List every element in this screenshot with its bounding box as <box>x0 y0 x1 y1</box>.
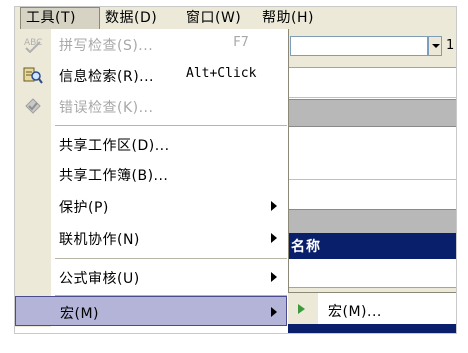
menu-item-label: 错误检查(K)... <box>59 100 154 116</box>
menu-data[interactable]: 数据(D) <box>105 7 157 29</box>
menu-item-research[interactable]: 信息检索(R)... Alt+Click <box>15 60 287 90</box>
menu-item-online-collaboration[interactable]: 联机协作(N) <box>15 223 287 253</box>
gray-band <box>288 99 456 127</box>
menu-item-macro[interactable]: 宏(M) <box>15 296 287 326</box>
submenu-arrow-icon <box>271 201 277 211</box>
menu-window[interactable]: 窗口(W) <box>186 7 241 29</box>
menu-item-label: 拼写检查(S)... <box>59 38 154 54</box>
header-text: 名称 <box>291 239 321 255</box>
macro-submenu: 宏(M)... <box>288 292 456 325</box>
font-combo[interactable] <box>290 36 428 56</box>
chevron-down-icon[interactable] <box>428 36 442 56</box>
menubar: 工具(T) 数据(D) 窗口(W) 帮助(H) <box>15 7 456 30</box>
divider <box>288 97 456 98</box>
menu-item-protection[interactable]: 保护(P) <box>15 191 287 221</box>
menu-tools[interactable]: 工具(T) <box>20 7 100 29</box>
formatting-toolbar: 1 <box>288 29 456 68</box>
submenu-arrow-icon <box>271 272 277 282</box>
menu-separator <box>55 258 287 259</box>
menu-item-share-workbook[interactable]: 共享工作簿(B)... <box>15 159 287 189</box>
menu-item-error-check[interactable]: 错误检查(K)... <box>15 91 287 121</box>
gray-band <box>288 209 456 234</box>
submenu-arrow-icon <box>271 233 277 243</box>
menu-help[interactable]: 帮助(H) <box>262 7 314 29</box>
run-macro-icon <box>298 304 305 314</box>
menu-item-formula-auditing[interactable]: 公式审核(U) <box>15 262 287 292</box>
menu-item-label: 联机协作(N) <box>59 232 140 248</box>
menu-item-label: 宏(M) <box>60 306 100 322</box>
menu-item-label: 信息检索(R)... <box>59 69 155 85</box>
excel-window: 工具(T) 数据(D) 窗口(W) 帮助(H) 1 名称 ABC 拼写检查(S)… <box>14 6 457 334</box>
menu-item-shared-workspace[interactable]: 共享工作区(D)... <box>15 129 287 159</box>
spreadsheet-background: 1 名称 <box>288 29 456 333</box>
research-icon <box>23 66 43 84</box>
menu-item-shortcut: F7 <box>233 35 249 50</box>
tools-menu: ABC 拼写检查(S)... F7 信息检索(R)... Alt+Click 错… <box>15 29 289 333</box>
submenu-arrow-icon <box>271 307 277 317</box>
menu-item-spellcheck[interactable]: ABC 拼写检查(S)... F7 <box>15 29 287 59</box>
menu-item-label: 保护(P) <box>59 200 109 216</box>
submenu-bottom-edge <box>288 324 456 333</box>
submenu-item-macros[interactable]: 宏(M)... <box>328 301 382 321</box>
font-size-value[interactable]: 1 <box>446 38 454 53</box>
divider <box>288 179 456 180</box>
menu-bottom <box>15 327 288 333</box>
error-check-icon <box>23 97 43 115</box>
menu-item-label: 共享工作区(D)... <box>59 138 170 154</box>
menu-item-shortcut: Alt+Click <box>186 66 257 81</box>
menu-separator <box>55 125 287 126</box>
menu-item-label: 公式审核(U) <box>59 271 140 287</box>
column-header: 名称 <box>288 233 456 259</box>
menu-item-label: 共享工作簿(B)... <box>59 168 169 184</box>
spellcheck-icon: ABC <box>23 35 43 54</box>
